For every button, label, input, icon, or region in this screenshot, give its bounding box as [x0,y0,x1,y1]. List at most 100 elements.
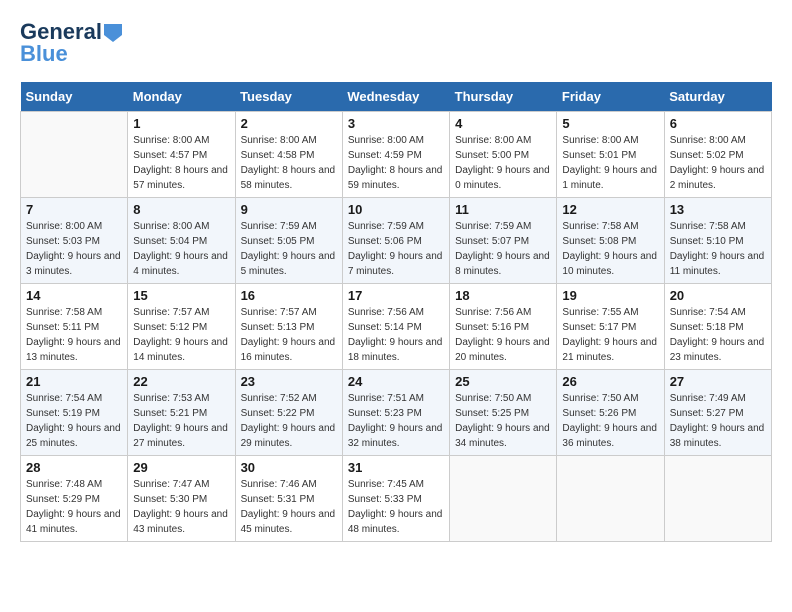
day-info: Sunrise: 7:49 AMSunset: 5:27 PMDaylight:… [670,391,766,451]
day-number: 10 [348,202,444,217]
day-number: 6 [670,116,766,131]
day-number: 21 [26,374,122,389]
calendar-cell [450,456,557,542]
header-thursday: Thursday [450,82,557,112]
day-number: 13 [670,202,766,217]
day-info: Sunrise: 7:59 AMSunset: 5:07 PMDaylight:… [455,219,551,279]
calendar-cell: 26 Sunrise: 7:50 AMSunset: 5:26 PMDayligh… [557,370,664,456]
calendar-cell: 22 Sunrise: 7:53 AMSunset: 5:21 PMDayligh… [128,370,235,456]
calendar-cell: 14 Sunrise: 7:58 AMSunset: 5:11 PMDayligh… [21,284,128,370]
day-number: 22 [133,374,229,389]
calendar-cell: 7Sunrise: 8:00 AMSunset: 5:03 PMDaylight… [21,198,128,284]
header-tuesday: Tuesday [235,82,342,112]
calendar-cell: 18Sunrise: 7:56 AMSunset: 5:16 PMDayligh… [450,284,557,370]
calendar-week-row: 7Sunrise: 8:00 AMSunset: 5:03 PMDaylight… [21,198,772,284]
day-number: 31 [348,460,444,475]
day-info: Sunrise: 8:00 AMSunset: 4:59 PMDaylight:… [348,133,444,193]
day-info: Sunrise: 7:53 AMSunset: 5:21 PMDaylight:… [133,391,229,451]
day-number: 17 [348,288,444,303]
day-info: Sunrise: 7:47 AMSunset: 5:30 PMDaylight:… [133,477,229,537]
header-wednesday: Wednesday [342,82,449,112]
calendar-cell: 11 Sunrise: 7:59 AMSunset: 5:07 PMDayligh… [450,198,557,284]
day-info: Sunrise: 7:57 AMSunset: 5:13 PMDaylight:… [241,305,337,365]
header-friday: Friday [557,82,664,112]
calendar-cell: 16 Sunrise: 7:57 AMSunset: 5:13 PMDayligh… [235,284,342,370]
day-info: Sunrise: 7:58 AMSunset: 5:10 PMDaylight:… [670,219,766,279]
day-number: 16 [241,288,337,303]
day-number: 19 [562,288,658,303]
day-info: Sunrise: 8:00 AMSunset: 4:57 PMDaylight:… [133,133,229,193]
day-number: 28 [26,460,122,475]
calendar-cell: 8 Sunrise: 8:00 AMSunset: 5:04 PMDaylight… [128,198,235,284]
calendar-cell [664,456,771,542]
day-info: Sunrise: 7:52 AMSunset: 5:22 PMDaylight:… [241,391,337,451]
header-monday: Monday [128,82,235,112]
day-number: 15 [133,288,229,303]
calendar-cell: 30 Sunrise: 7:46 AMSunset: 5:31 PMDayligh… [235,456,342,542]
day-number: 29 [133,460,229,475]
calendar-cell: 27 Sunrise: 7:49 AMSunset: 5:27 PMDayligh… [664,370,771,456]
day-number: 7 [26,202,122,217]
calendar-cell: 21 Sunrise: 7:54 AMSunset: 5:19 PMDayligh… [21,370,128,456]
header-sunday: Sunday [21,82,128,112]
day-info: Sunrise: 8:00 AMSunset: 4:58 PMDaylight:… [241,133,337,193]
day-info: Sunrise: 7:54 AMSunset: 5:18 PMDaylight:… [670,305,766,365]
day-number: 3 [348,116,444,131]
day-info: Sunrise: 8:00 AMSunset: 5:00 PMDaylight:… [455,133,551,193]
day-info: Sunrise: 7:56 AMSunset: 5:16 PMDaylight:… [455,305,551,365]
day-number: 1 [133,116,229,131]
day-number: 25 [455,374,551,389]
logo-icon [104,24,122,42]
day-number: 8 [133,202,229,217]
calendar-cell: 10 Sunrise: 7:59 AMSunset: 5:06 PMDayligh… [342,198,449,284]
day-info: Sunrise: 7:58 AMSunset: 5:08 PMDaylight:… [562,219,658,279]
day-info: Sunrise: 7:54 AMSunset: 5:19 PMDaylight:… [26,391,122,451]
day-number: 23 [241,374,337,389]
calendar-week-row: 21 Sunrise: 7:54 AMSunset: 5:19 PMDayligh… [21,370,772,456]
calendar-cell [21,112,128,198]
day-info: Sunrise: 8:00 AMSunset: 5:04 PMDaylight:… [133,219,229,279]
day-info: Sunrise: 7:55 AMSunset: 5:17 PMDaylight:… [562,305,658,365]
day-number: 27 [670,374,766,389]
day-info: Sunrise: 8:00 AMSunset: 5:01 PMDaylight:… [562,133,658,193]
header-saturday: Saturday [664,82,771,112]
day-number: 9 [241,202,337,217]
calendar-cell: 25Sunrise: 7:50 AMSunset: 5:25 PMDayligh… [450,370,557,456]
calendar-week-row: 1 Sunrise: 8:00 AMSunset: 4:57 PMDaylight… [21,112,772,198]
day-info: Sunrise: 7:50 AMSunset: 5:26 PMDaylight:… [562,391,658,451]
calendar-cell: 9Sunrise: 7:59 AMSunset: 5:05 PMDaylight… [235,198,342,284]
calendar-cell: 6 Sunrise: 8:00 AMSunset: 5:02 PMDaylight… [664,112,771,198]
day-info: Sunrise: 7:46 AMSunset: 5:31 PMDaylight:… [241,477,337,537]
calendar-week-row: 14 Sunrise: 7:58 AMSunset: 5:11 PMDayligh… [21,284,772,370]
day-info: Sunrise: 7:57 AMSunset: 5:12 PMDaylight:… [133,305,229,365]
page-header: General Blue [20,20,772,66]
calendar-cell: 31 Sunrise: 7:45 AMSunset: 5:33 PMDayligh… [342,456,449,542]
calendar-cell: 15 Sunrise: 7:57 AMSunset: 5:12 PMDayligh… [128,284,235,370]
day-number: 14 [26,288,122,303]
calendar-cell: 20 Sunrise: 7:54 AMSunset: 5:18 PMDayligh… [664,284,771,370]
day-info: Sunrise: 7:56 AMSunset: 5:14 PMDaylight:… [348,305,444,365]
calendar-cell: 19 Sunrise: 7:55 AMSunset: 5:17 PMDayligh… [557,284,664,370]
day-info: Sunrise: 8:00 AMSunset: 5:02 PMDaylight:… [670,133,766,193]
logo: General Blue [20,20,122,66]
day-number: 30 [241,460,337,475]
calendar-cell: 28 Sunrise: 7:48 AMSunset: 5:29 PMDayligh… [21,456,128,542]
day-info: Sunrise: 7:58 AMSunset: 5:11 PMDaylight:… [26,305,122,365]
day-info: Sunrise: 7:59 AMSunset: 5:06 PMDaylight:… [348,219,444,279]
day-number: 20 [670,288,766,303]
day-number: 24 [348,374,444,389]
day-info: Sunrise: 7:48 AMSunset: 5:29 PMDaylight:… [26,477,122,537]
calendar-cell: 5Sunrise: 8:00 AMSunset: 5:01 PMDaylight… [557,112,664,198]
calendar-cell: 23 Sunrise: 7:52 AMSunset: 5:22 PMDayligh… [235,370,342,456]
calendar-cell: 24Sunrise: 7:51 AMSunset: 5:23 PMDayligh… [342,370,449,456]
day-number: 4 [455,116,551,131]
calendar-cell: 12 Sunrise: 7:58 AMSunset: 5:08 PMDayligh… [557,198,664,284]
day-number: 26 [562,374,658,389]
calendar-cell: 17 Sunrise: 7:56 AMSunset: 5:14 PMDayligh… [342,284,449,370]
day-info: Sunrise: 7:45 AMSunset: 5:33 PMDaylight:… [348,477,444,537]
day-number: 2 [241,116,337,131]
logo-text-blue: Blue [20,42,68,66]
day-number: 12 [562,202,658,217]
day-number: 11 [455,202,551,217]
calendar-cell [557,456,664,542]
